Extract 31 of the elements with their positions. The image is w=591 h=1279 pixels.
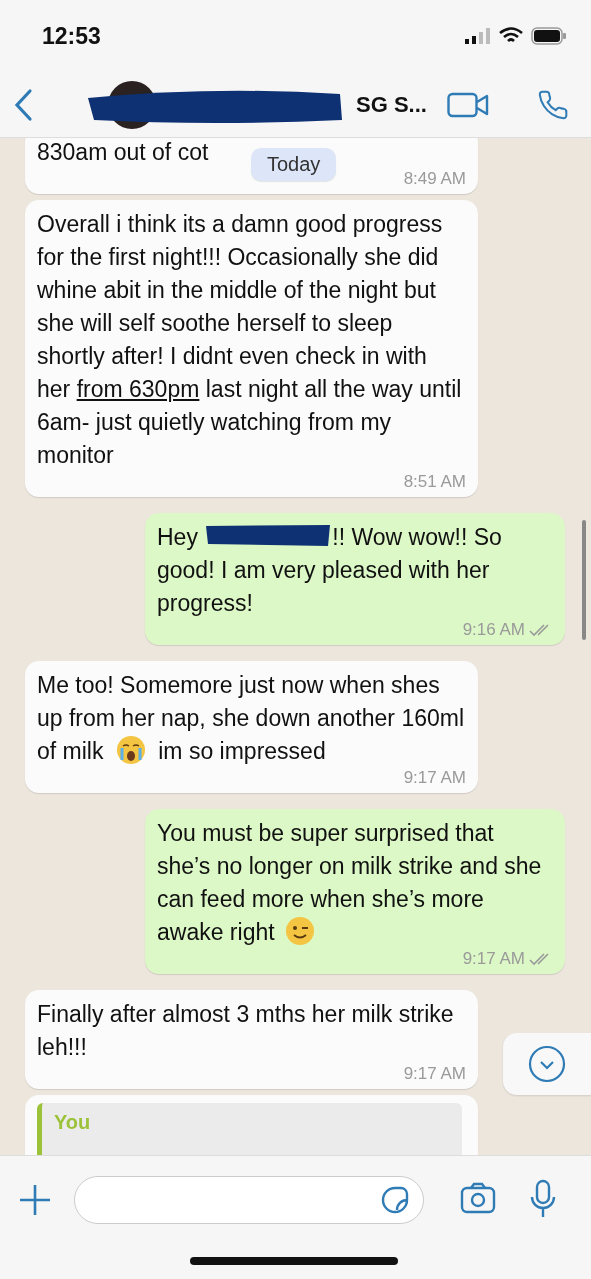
message-text: Finally after almost 3 mths her milk strike leh!!! <box>37 1000 455 1062</box>
voice-call-button[interactable] <box>537 88 569 121</box>
add-button[interactable] <box>18 1183 52 1217</box>
message-time: 9:17 AM <box>403 1065 466 1083</box>
back-button[interactable] <box>12 87 34 122</box>
battery-icon <box>531 27 567 45</box>
message-text: Overall i think its a damn good progress for the first night!!! Occasionally she did whine abit in the middle of the night but she will self soothe herself to sleep shortly after! I didnt even check in with her from 630pm last night all the way until 6am- just quietly watching from my monitor <box>37 210 463 470</box>
message-text: You must be super surprised that she’s no longer on milk strike and she can feed more when she’s more awake right <box>157 819 543 948</box>
crying-face-icon <box>115 735 146 765</box>
message-text: Me too! Somemore just now when shes up from her nap, she down another 160ml of milk im so impressed <box>37 671 466 767</box>
date-chip: Today <box>251 148 337 181</box>
message-time: 9:17 AM <box>462 950 525 968</box>
scroll-down-button[interactable] <box>503 1033 591 1095</box>
chevron-down-icon <box>527 1044 567 1084</box>
message-time: 8:49 AM <box>403 170 466 188</box>
video-call-button[interactable] <box>447 90 489 119</box>
camera-button[interactable] <box>460 1182 496 1214</box>
status-time: 12:53 <box>42 22 101 50</box>
sticker-icon[interactable] <box>381 1186 409 1214</box>
chat-title[interactable]: SG S... <box>356 91 427 118</box>
message-input-field[interactable] <box>74 1176 424 1224</box>
message-text: 830am out of cot <box>37 138 209 167</box>
date-link[interactable]: from 630pm <box>76 376 200 402</box>
winking-face-icon <box>285 916 315 946</box>
message-time: 9:17 AM <box>403 769 466 787</box>
message-time: 9:16 AM <box>462 621 525 639</box>
signal-icon <box>465 28 491 44</box>
message-time: 8:51 AM <box>403 473 466 491</box>
microphone-button[interactable] <box>530 1179 556 1219</box>
quote-author: You <box>54 1111 91 1133</box>
message-text: Hey !! Wow wow!! So good! I am very pleased with her progress! <box>157 521 503 618</box>
